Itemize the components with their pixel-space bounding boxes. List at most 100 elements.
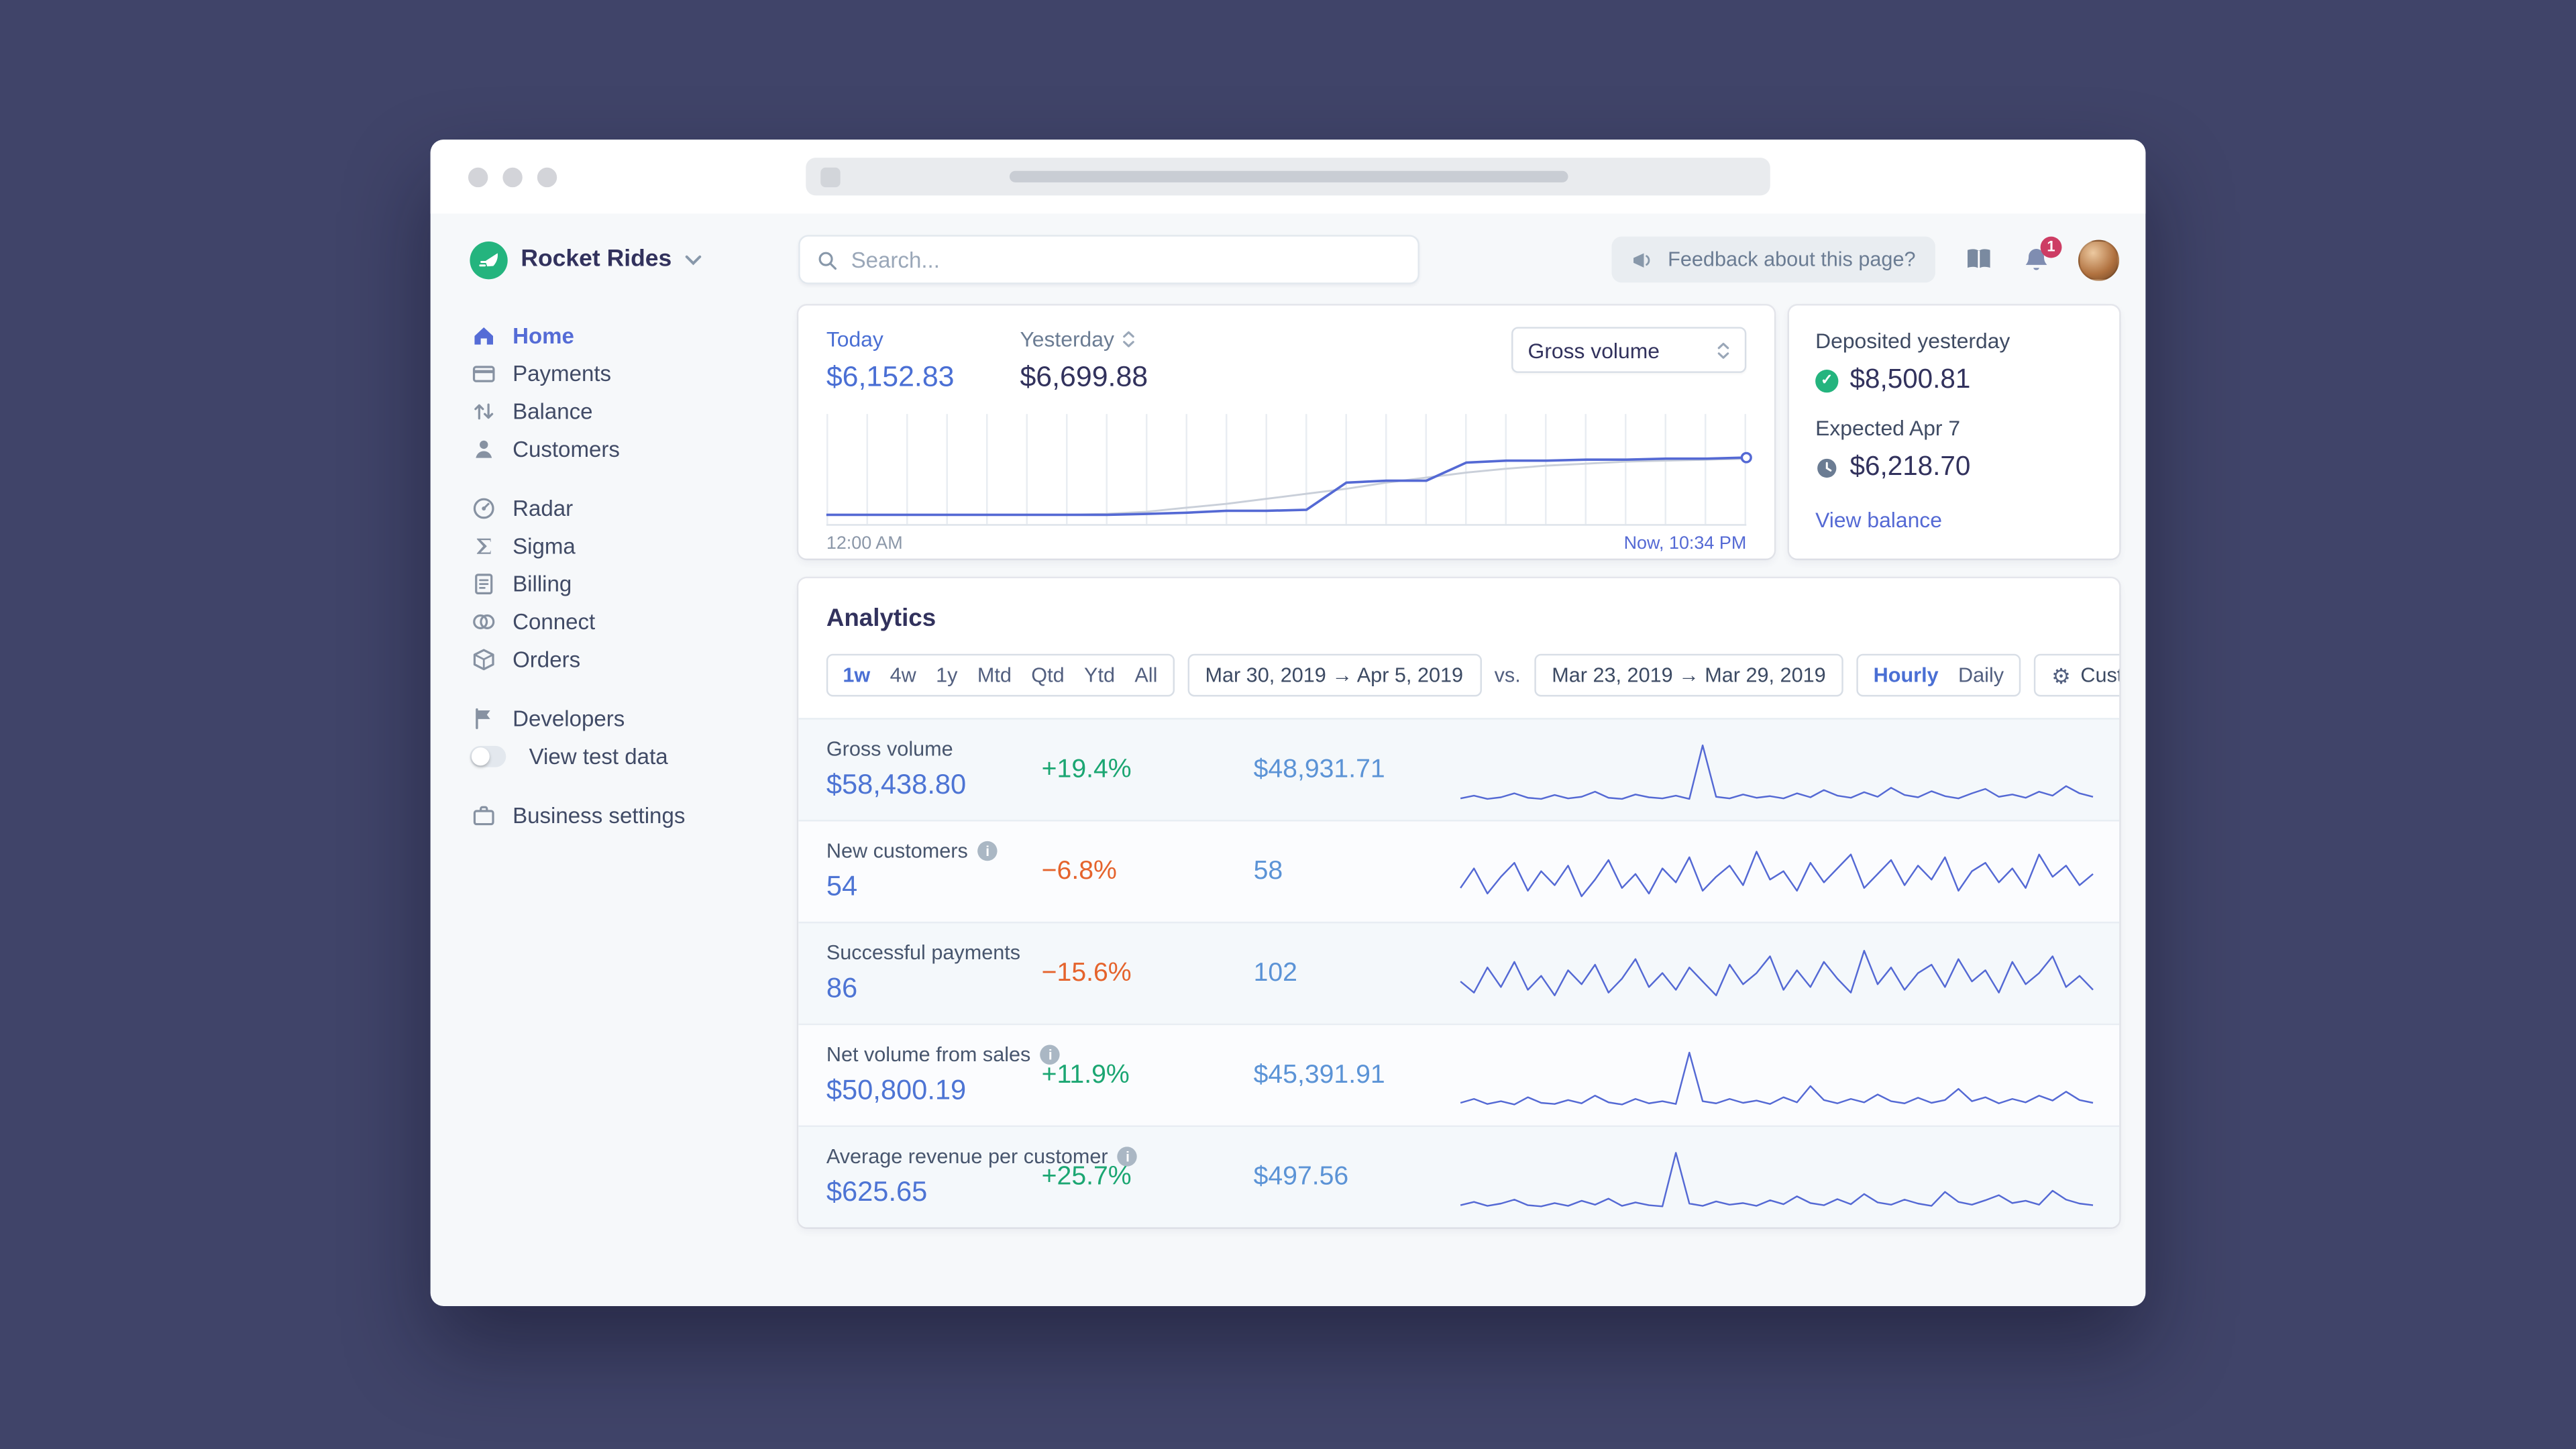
range-1w[interactable]: 1w — [833, 663, 880, 686]
sidebar-item-radar[interactable]: Radar — [470, 490, 798, 527]
metric-sparkline — [1460, 737, 2094, 802]
sidebar-item-orders[interactable]: Orders — [470, 641, 798, 678]
browser-window: Rocket Rides Home Payments Balance Custo… — [430, 140, 2146, 1306]
sidebar-item-label: Home — [513, 323, 574, 349]
customize-button[interactable]: ⚙ Customize — [2033, 653, 2120, 697]
sidebar-item-developers[interactable]: Developers — [470, 700, 798, 737]
metric-value: 86 — [826, 972, 858, 1004]
yesterday-stat: Yesterday $6,699.88 — [1020, 327, 1148, 394]
user-avatar[interactable] — [2078, 239, 2120, 280]
sidebar-item-label: Orders — [513, 647, 581, 672]
topbar-actions: Feedback about this page? 1 — [1611, 235, 2120, 283]
range-ytd[interactable]: Ytd — [1074, 663, 1124, 686]
person-icon — [470, 437, 496, 462]
briefcase-icon — [470, 804, 496, 828]
book-icon — [1967, 249, 1990, 270]
address-bar[interactable] — [806, 158, 1770, 196]
sidebar-item-business-settings[interactable]: Business settings — [470, 797, 798, 835]
app: Rocket Rides Home Payments Balance Custo… — [431, 213, 2146, 1306]
brand-name: Rocket Rides — [521, 246, 672, 273]
yesterday-value: $6,699.88 — [1020, 360, 1148, 393]
range-4w[interactable]: 4w — [880, 663, 926, 686]
feedback-button[interactable]: Feedback about this page? — [1611, 236, 1935, 283]
sidebar-item-label: Radar — [513, 496, 574, 521]
metric-row-new-customers: New customers i 54 −6.8% 58 — [798, 820, 2120, 922]
metric-sparkline — [1460, 839, 2094, 904]
metric-label: Gross volume — [826, 737, 953, 761]
sidebar-item-customers[interactable]: Customers — [470, 431, 798, 468]
range-qtd[interactable]: Qtd — [1022, 663, 1075, 686]
notifications-button[interactable]: 1 — [2023, 235, 2062, 274]
analytics-title: Analytics — [826, 604, 936, 633]
test-data-toggle[interactable] — [470, 745, 506, 767]
sidebar-item-label: Connect — [513, 609, 596, 635]
granularity-hourly[interactable]: Hourly — [1864, 663, 1948, 686]
sidebar-item-payments[interactable]: Payments — [470, 355, 798, 392]
url-placeholder — [1008, 170, 1568, 182]
metric-value: $50,800.19 — [826, 1074, 967, 1106]
sidebar-item-label: Developers — [513, 706, 625, 731]
site-favicon — [820, 166, 841, 186]
axis-start-label: 12:00 AM — [826, 533, 903, 554]
axis-end-label: Now, 10:34 PM — [1623, 533, 1747, 554]
metric-compare-value: 58 — [1253, 857, 1283, 885]
sidebar-item-balance[interactable]: Balance — [470, 392, 798, 430]
search-input[interactable] — [851, 247, 1401, 272]
docs-button[interactable] — [1964, 246, 1995, 272]
today-label: Today — [826, 327, 883, 352]
today-value: $6,152.83 — [826, 360, 955, 393]
sigma-icon — [470, 534, 496, 559]
metric-delta: +11.9% — [1041, 1060, 1130, 1089]
metric-delta: −15.6% — [1041, 958, 1132, 987]
window-minimize-button[interactable] — [502, 166, 523, 186]
compare-period-picker[interactable]: Mar 23, 2019 → Mar 29, 2019 — [1534, 653, 1844, 697]
metric-row-successful-payments: Successful payments 86 −15.6% 102 — [798, 921, 2120, 1024]
gear-icon: ⚙ — [2051, 663, 2071, 688]
info-icon[interactable]: i — [977, 841, 998, 861]
range-all[interactable]: All — [1125, 663, 1167, 686]
megaphone-icon — [1633, 252, 1650, 267]
sidebar-item-connect[interactable]: Connect — [470, 603, 798, 641]
sidebar-item-billing[interactable]: Billing — [470, 565, 798, 602]
deposits-card: Deposited yesterday ✓ $8,500.81 Expected… — [1788, 305, 2120, 559]
feedback-label: Feedback about this page? — [1668, 248, 1916, 272]
check-circle-icon: ✓ — [1815, 368, 1839, 392]
metric-label: Net volume from sales — [826, 1043, 1031, 1067]
metric-delta: +19.4% — [1041, 755, 1132, 783]
sidebar-item-home[interactable]: Home — [470, 317, 798, 355]
granularity-daily[interactable]: Daily — [1948, 663, 2013, 686]
metric-compare-value: 102 — [1253, 958, 1297, 987]
metric-select[interactable]: Gross volume — [1511, 327, 1747, 373]
range-mtd[interactable]: Mtd — [967, 663, 1021, 686]
window-controls — [468, 166, 557, 186]
compare-period-label: Mar 23, 2019 → Mar 29, 2019 — [1552, 663, 1826, 687]
sidebar: Rocket Rides Home Payments Balance Custo… — [431, 213, 799, 1306]
notification-badge: 1 — [2040, 235, 2062, 258]
deposited-label: Deposited yesterday — [1815, 328, 2010, 354]
sidebar-item-label: Business settings — [513, 803, 686, 828]
overview-chart — [826, 414, 1752, 526]
range-1y[interactable]: 1y — [926, 663, 967, 686]
sidebar-item-sigma[interactable]: Sigma — [470, 527, 798, 565]
box-icon — [470, 647, 496, 672]
search-box[interactable] — [798, 235, 1419, 284]
overview-header: Today $6,152.83 Yesterday $6,699.88 Gros… — [826, 327, 1747, 394]
nav-group-divider — [470, 775, 798, 797]
volume-overview-card: Today $6,152.83 Yesterday $6,699.88 Gros… — [798, 305, 1774, 559]
granularity-segmented-control: Hourly Daily — [1857, 653, 2021, 697]
metric-select-value: Gross volume — [1527, 337, 1660, 363]
window-close-button[interactable] — [468, 166, 488, 186]
view-balance-link[interactable]: View balance — [1815, 508, 1942, 533]
overview-chart-axis: 12:00 AM Now, 10:34 PM — [826, 534, 1746, 553]
metric-compare-value: $497.56 — [1253, 1162, 1349, 1191]
home-icon — [470, 323, 496, 348]
metric-value: $58,438.80 — [826, 769, 967, 800]
metric-sparkline — [1460, 1144, 2094, 1210]
sort-chevrons-icon[interactable] — [1122, 330, 1136, 348]
current-period-label: Mar 30, 2019 → Apr 5, 2019 — [1205, 663, 1464, 687]
account-switcher[interactable]: Rocket Rides — [470, 213, 798, 305]
analytics-controls: 1w 4w 1y Mtd Qtd Ytd All Mar 30, 2019 → … — [826, 653, 2120, 697]
window-maximize-button[interactable] — [537, 166, 557, 186]
current-period-picker[interactable]: Mar 30, 2019 → Apr 5, 2019 — [1187, 653, 1481, 697]
metric-sparkline — [1460, 941, 2094, 1006]
